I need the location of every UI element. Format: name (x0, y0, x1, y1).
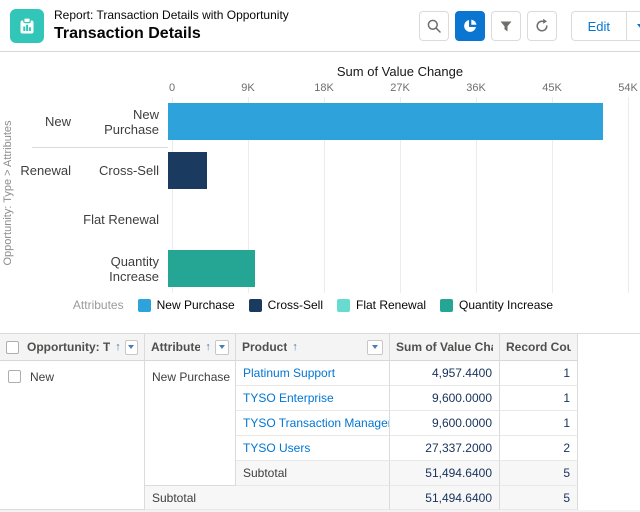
legend-swatch-icon (249, 299, 262, 312)
row-checkbox[interactable] (8, 370, 21, 383)
group-cell-attributes: New Purchase (145, 361, 236, 486)
sum-value: 4,957.4400 (390, 361, 500, 386)
report-icon (10, 9, 44, 43)
bar-cross-sell[interactable] (168, 152, 207, 189)
chevron-down-icon (219, 345, 225, 349)
record-count-value: 2 (500, 436, 578, 461)
report-table: Opportunity: Type ↑ Attributes ↑ Product… (0, 333, 640, 510)
refresh-button[interactable] (527, 11, 557, 41)
legend-title: Attributes (73, 298, 124, 312)
column-header-product[interactable]: Product ↑ (236, 334, 390, 361)
legend-item-flat-renewal[interactable]: Flat Renewal (337, 298, 426, 312)
column-menu-button[interactable] (215, 340, 229, 355)
axis-tick: 9K (241, 82, 254, 94)
record-count-value: 1 (500, 361, 578, 386)
sort-asc-icon: ↑ (292, 341, 298, 353)
column-header-sum-of-value-change[interactable]: Sum of Value Change (390, 334, 500, 361)
product-link[interactable]: Platinum Support (236, 361, 390, 386)
group-label-new: New (0, 114, 75, 129)
toolbar: Edit (419, 11, 640, 41)
filter-icon (498, 18, 514, 34)
chevron-down-icon (128, 345, 134, 349)
chevron-down-icon (637, 24, 640, 29)
app-header: Report: Transaction Details with Opportu… (0, 0, 640, 52)
product-link[interactable]: TYSO Users (236, 436, 390, 461)
column-header-attributes[interactable]: Attributes ↑ (145, 334, 236, 361)
sum-value: 51,494.6400 (390, 461, 500, 486)
sum-value: 27,337.2000 (390, 436, 500, 461)
record-count-value: 1 (500, 386, 578, 411)
bar-new-purchase[interactable] (168, 103, 603, 140)
sum-value: 9,600.0000 (390, 386, 500, 411)
axis-tick: 36K (466, 82, 486, 94)
axis-tick: 0 (169, 82, 175, 94)
legend-item-cross-sell[interactable]: Cross-Sell (249, 298, 323, 312)
axis-tick: 27K (390, 82, 410, 94)
refresh-icon (534, 18, 550, 34)
group-label-renewal: Renewal (0, 163, 75, 178)
legend-swatch-icon (138, 299, 151, 312)
chart-toggle-button[interactable] (455, 11, 485, 41)
table-empty-area (578, 334, 640, 510)
legend-item-new-purchase[interactable]: New Purchase (138, 298, 235, 312)
group-cell-opportunity-type: New (0, 361, 145, 510)
edit-dropdown-button[interactable] (627, 11, 640, 41)
category-label: Flat Renewal (75, 212, 168, 227)
chart-title: Sum of Value Change (172, 64, 628, 82)
axis-tick: 18K (314, 82, 334, 94)
sum-value: 9,600.0000 (390, 411, 500, 436)
legend-swatch-icon (440, 299, 453, 312)
legend-item-quantity-increase[interactable]: Quantity Increase (440, 298, 553, 312)
edit-button[interactable]: Edit (571, 11, 627, 41)
select-all-checkbox[interactable] (6, 341, 19, 354)
record-count-value: 5 (500, 461, 578, 486)
column-header-opportunity-type[interactable]: Opportunity: Type ↑ (0, 334, 145, 361)
pie-chart-icon (462, 18, 478, 34)
record-count-value: 5 (500, 486, 578, 510)
column-menu-button[interactable] (367, 340, 383, 355)
x-axis-ticks: 0 9K 18K 27K 36K 45K 54K (172, 82, 628, 97)
search-icon (426, 18, 442, 34)
chevron-down-icon (372, 345, 378, 349)
search-button[interactable] (419, 11, 449, 41)
bar-quantity-increase[interactable] (168, 250, 255, 287)
sum-value: 51,494.6400 (390, 486, 500, 510)
report-type-label: Report: Transaction Details with Opportu… (54, 8, 289, 23)
chart-panel: Sum of Value Change 0 9K 18K 27K 36K 45K… (0, 52, 640, 333)
page-title: Transaction Details (54, 24, 289, 44)
column-header-record-count[interactable]: Record Count (500, 334, 578, 361)
axis-tick: 54K (618, 82, 638, 94)
sort-asc-icon: ↑ (205, 341, 211, 353)
sort-asc-icon: ↑ (115, 341, 121, 353)
category-label: Quantity Increase (75, 254, 168, 284)
plot-area: Opportunity: Type > Attributes New New P… (0, 97, 640, 293)
record-count-value: 1 (500, 411, 578, 436)
category-label: New Purchase (75, 107, 168, 137)
product-link[interactable]: TYSO Transaction Management (236, 411, 390, 436)
product-link[interactable]: TYSO Enterprise (236, 386, 390, 411)
product-subtotal-label: Subtotal (236, 461, 390, 486)
filter-button[interactable] (491, 11, 521, 41)
legend-swatch-icon (337, 299, 350, 312)
axis-tick: 45K (542, 82, 562, 94)
attributes-subtotal-label: Subtotal (145, 486, 390, 510)
column-menu-button[interactable] (125, 340, 138, 355)
category-label: Cross-Sell (75, 163, 168, 178)
chart-legend: Attributes New Purchase Cross-Sell Flat … (0, 298, 640, 312)
